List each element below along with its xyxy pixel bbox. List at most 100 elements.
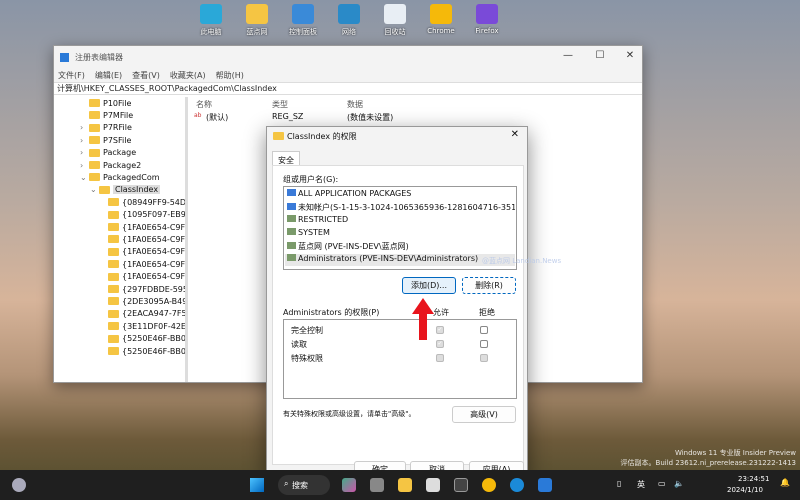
minimize-button[interactable]: — — [554, 50, 582, 61]
tree-item[interactable]: {1FA0E654-C9F2 — [108, 221, 185, 233]
dialog-title: ClassIndex 的权限 — [287, 132, 357, 141]
edge-icon[interactable] — [510, 478, 524, 492]
folder-icon — [89, 173, 100, 182]
desktop-icon[interactable]: 网络 — [329, 4, 369, 37]
clock-date[interactable]: 2024/1/10 — [727, 486, 763, 494]
user-list-item[interactable]: SYSTEM — [285, 228, 515, 240]
tree-item[interactable]: ⌄ PackagedCom — [80, 171, 160, 183]
address-bar[interactable]: 计算机\HKEY_CLASSES_ROOT\PackagedCom\ClassI… — [54, 82, 642, 95]
ime-indicator[interactable]: 英 — [637, 479, 645, 490]
tree-item[interactable]: ⌄ ClassIndex — [90, 184, 161, 196]
chevron-down-icon[interactable]: ⌄ — [90, 185, 97, 194]
start-button[interactable] — [250, 478, 264, 492]
tree-item[interactable]: {2EACA947-7F5I — [108, 308, 188, 320]
tree-item[interactable]: {1095F097-EB96 — [108, 209, 188, 221]
value-row[interactable]: ab (默认) REG_SZ (数值未设置) — [194, 112, 494, 123]
desktop-icon[interactable]: 回收站 — [375, 4, 415, 37]
desktop-icon-image — [476, 4, 498, 24]
allow-checkbox[interactable]: ✓ — [436, 326, 444, 334]
tree-item[interactable]: {1FA0E654-C9F2 — [108, 233, 185, 245]
user-list-item[interactable]: 未知帐户(S-1-15-3-1024-1065365936-1281604716… — [285, 202, 515, 214]
chevron-right-icon[interactable]: › — [80, 136, 86, 145]
tree-item[interactable]: {3E11DF0F-42EE — [108, 320, 185, 332]
user-list-item[interactable]: 蓝点网 (PVE-INS-DEV\蓝点网) — [285, 241, 515, 253]
tree-item-label: Package2 — [103, 160, 142, 170]
tree-item[interactable]: › Package — [80, 147, 136, 159]
tree-item-label: {1095F097-EB96 — [122, 210, 188, 220]
deny-checkbox[interactable] — [480, 340, 488, 348]
tree-item-label: P7MFile — [103, 110, 134, 120]
menu-item[interactable]: 收藏夹(A) — [170, 70, 206, 81]
tab-security[interactable]: 安全 — [272, 151, 300, 166]
volume-icon[interactable]: 🔈 — [674, 479, 684, 488]
remove-button[interactable]: 删除(R) — [462, 277, 516, 294]
terminal-icon[interactable] — [454, 478, 468, 492]
tree-item[interactable]: › P7RFile — [80, 122, 132, 134]
tree-item[interactable]: P10File — [80, 97, 131, 109]
user-list-item[interactable]: Administrators (PVE-INS-DEV\Administrato… — [285, 254, 515, 266]
tree-item-label: {2EACA947-7F5I — [122, 309, 188, 319]
tree-item[interactable]: › P7SFile — [80, 134, 131, 146]
menu-item[interactable]: 查看(V) — [132, 70, 160, 81]
tree-item[interactable]: › Package2 — [80, 159, 141, 171]
desktop-icon[interactable]: Chrome — [421, 4, 461, 35]
col-type[interactable]: 类型 — [272, 99, 288, 110]
folder-icon — [89, 123, 100, 132]
close-button[interactable]: ✕ — [616, 50, 644, 61]
chevron-right-icon[interactable]: › — [80, 148, 86, 157]
notification-bell-icon[interactable]: 🔔 — [780, 478, 790, 487]
tree-item[interactable]: {2DE3095A-B49 — [108, 295, 185, 307]
desktop-icon-label: 此电脑 — [200, 28, 222, 36]
tree-item[interactable]: {1FA0E654-C9F2 — [108, 258, 188, 270]
user-list-item[interactable]: RESTRICTED — [285, 215, 515, 227]
desktop-icon[interactable]: 蓝点网 — [237, 4, 277, 37]
folder-icon — [108, 285, 119, 293]
dialog-close-button[interactable]: ✕ — [511, 129, 519, 140]
network-icon[interactable]: ▭ — [658, 479, 666, 488]
search-box[interactable]: ⌕ 搜索 — [278, 475, 330, 495]
tree-item-label: {1FA0E654-C9F2 — [122, 247, 188, 257]
desktop-icon[interactable]: Firefox — [467, 4, 507, 35]
allow-checkbox[interactable]: ✓ — [436, 340, 444, 348]
tree-item[interactable]: {5250E46F-BB09 — [108, 333, 185, 345]
menu-item[interactable]: 编辑(E) — [95, 70, 122, 81]
desktop-icon-image — [292, 4, 314, 24]
regedit-taskbar-icon[interactable] — [538, 478, 552, 492]
chevron-right-icon[interactable]: › — [80, 161, 86, 170]
deny-checkbox[interactable] — [480, 326, 488, 334]
advanced-button[interactable]: 高级(V) — [452, 406, 516, 423]
menu-item[interactable]: 文件(F) — [58, 70, 85, 81]
folder-icon — [108, 235, 119, 244]
copilot-icon[interactable] — [342, 478, 356, 492]
tree-item[interactable]: {1FA0E654-C9F2 — [108, 271, 188, 283]
clock-time[interactable]: 23:24:51 — [738, 475, 769, 483]
deny-checkbox[interactable] — [480, 354, 488, 362]
tree-item[interactable]: P7MFile — [80, 109, 133, 121]
col-name[interactable]: 名称 — [196, 99, 212, 110]
task-view-icon[interactable] — [370, 478, 384, 492]
tree-item[interactable]: {08949FF9-54D2 — [108, 196, 185, 208]
tree-item-label: {1FA0E654-C9F2 — [122, 272, 188, 282]
tray-chevron-icon[interactable]: ▯ — [617, 479, 621, 488]
weather-icon[interactable] — [12, 478, 26, 492]
permission-name: 读取 — [291, 340, 307, 349]
store-icon[interactable] — [426, 478, 440, 492]
desktop-icon-label: 控制面板 — [289, 28, 317, 36]
tree-item-label: {297FDBDE-595 — [122, 284, 188, 294]
user-list-item[interactable]: ALL APPLICATION PACKAGES — [285, 189, 515, 201]
tree-item-label: {1FA0E654-C9F2 — [122, 259, 188, 269]
add-button[interactable]: 添加(D)... — [402, 277, 456, 294]
chrome-icon[interactable] — [482, 478, 496, 492]
menu-item[interactable]: 帮助(H) — [216, 70, 244, 81]
chevron-down-icon[interactable]: ⌄ — [80, 173, 87, 182]
col-data[interactable]: 数据 — [347, 99, 363, 110]
desktop-icon[interactable]: 此电脑 — [191, 4, 231, 37]
chevron-right-icon[interactable]: › — [80, 123, 86, 132]
maximize-button[interactable]: ☐ — [586, 50, 614, 61]
allow-checkbox[interactable] — [436, 354, 444, 362]
tree-item[interactable]: {5250E46F-BB09 — [108, 345, 185, 357]
tree-item[interactable]: {1FA0E654-C9F2 — [108, 246, 188, 258]
desktop-icon[interactable]: 控制面板 — [283, 4, 323, 37]
file-explorer-icon[interactable] — [398, 478, 412, 492]
tree-item[interactable]: {297FDBDE-595 — [108, 283, 188, 295]
